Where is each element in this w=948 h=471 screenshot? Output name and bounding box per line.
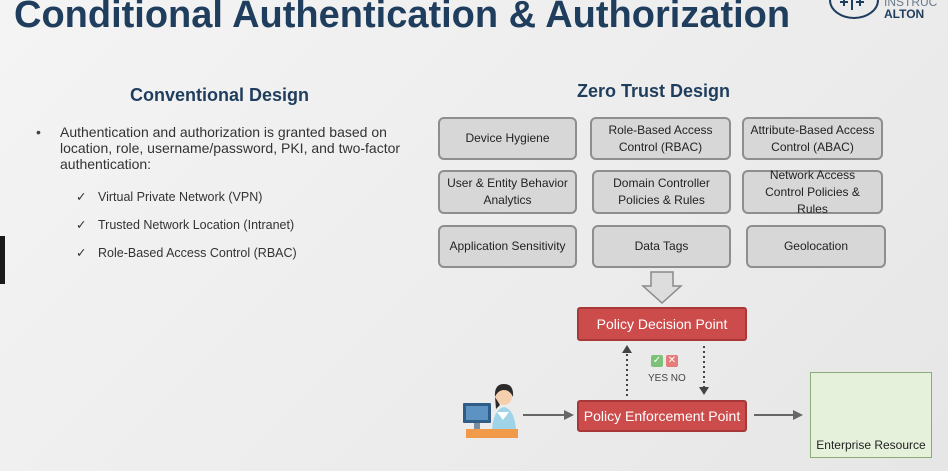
cross-icon: ✕: [666, 355, 678, 367]
policy-enforcement-point: Policy Enforcement Point: [577, 400, 747, 432]
diagram-connectors: [463, 271, 901, 438]
down-block-arrow: [641, 271, 683, 305]
yes-no-label: YES NO: [648, 373, 686, 384]
user-at-computer-icon: [463, 384, 518, 438]
policy-decision-point: Policy Decision Point: [577, 307, 747, 341]
enterprise-resource-label: Enterprise Resource: [816, 438, 926, 452]
check-icon: ✓: [651, 355, 663, 367]
